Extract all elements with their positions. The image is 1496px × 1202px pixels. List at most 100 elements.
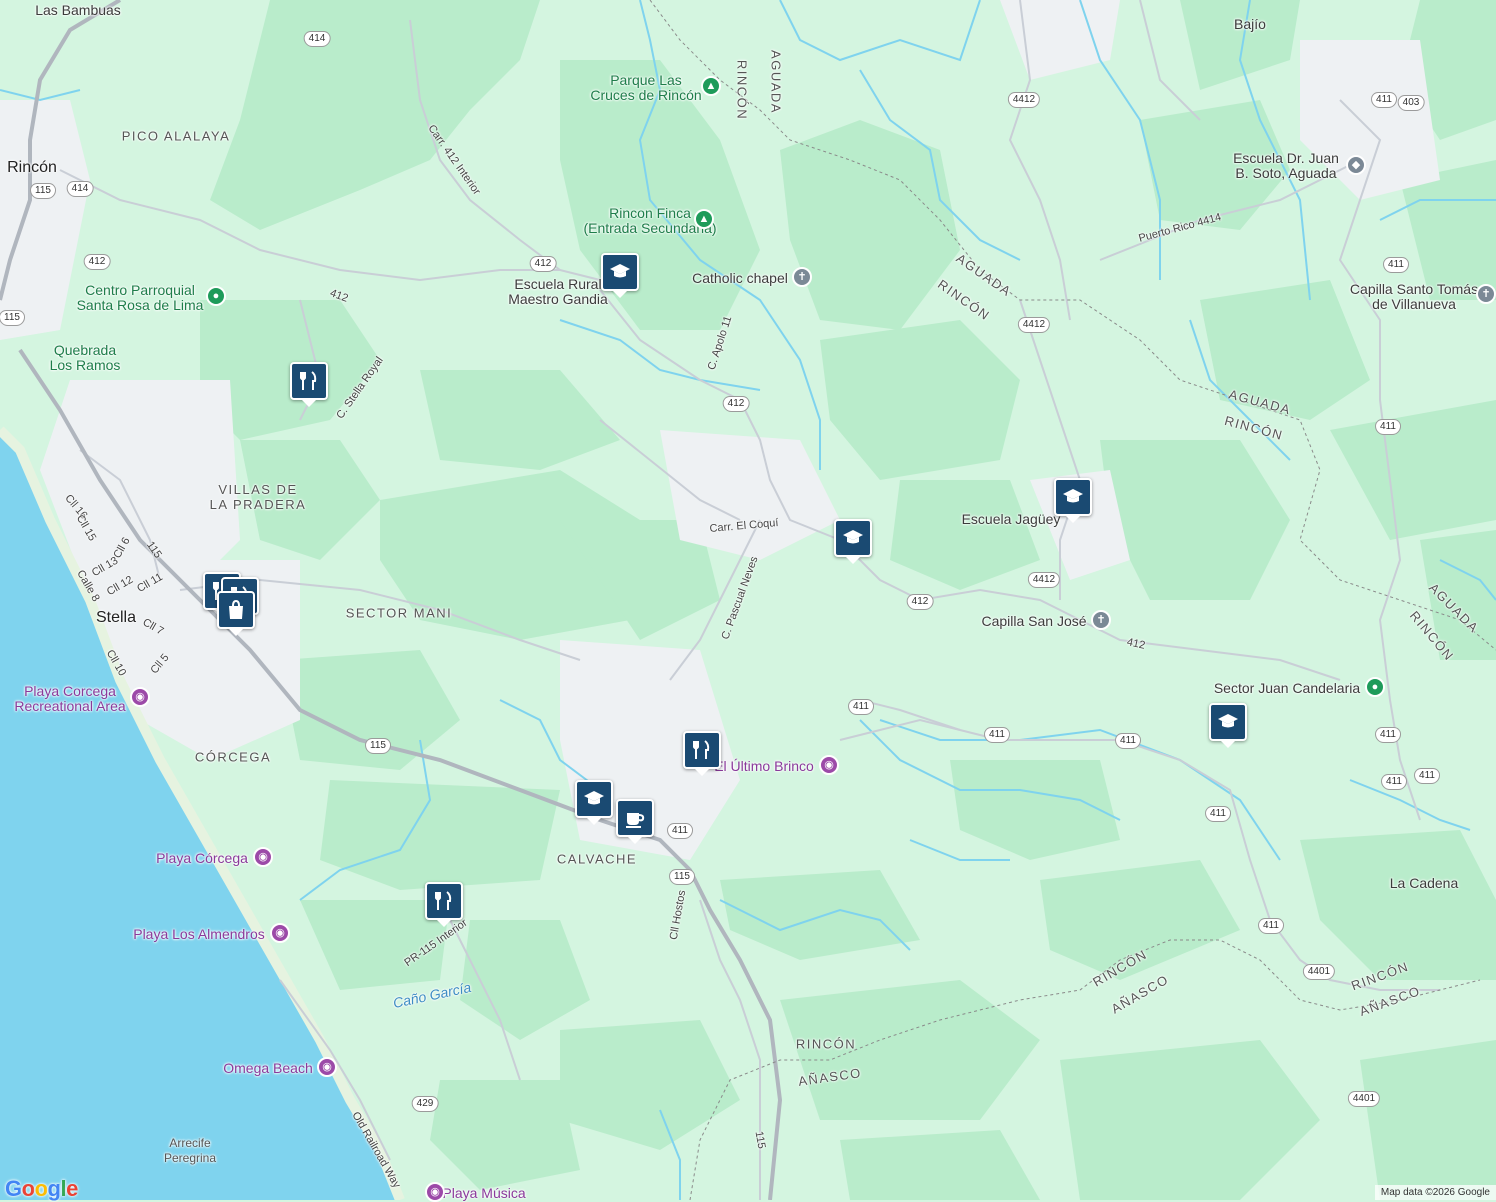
- boundary-rincon-7: RINCÓN: [795, 1036, 857, 1052]
- graduation-cap-icon: [843, 530, 863, 544]
- restaurant-marker[interactable]: [683, 731, 721, 769]
- route-shield: 115: [30, 183, 56, 199]
- route-shield: 403: [1397, 95, 1425, 111]
- graduation-cap-icon: [1218, 714, 1238, 728]
- route-shield: 411: [1375, 419, 1401, 435]
- route-shield: 412: [906, 594, 934, 610]
- place-icon[interactable]: ●: [1365, 677, 1385, 697]
- school-marker[interactable]: [601, 253, 639, 291]
- street-c-apolo: C. Apolo 11: [705, 314, 735, 372]
- street-cll-13: Cll 13: [89, 554, 121, 580]
- camera-icon[interactable]: ◉: [130, 687, 150, 707]
- poi-label-capilla-santo-tomas[interactable]: Capilla Santo Tomás de Villanueva: [1350, 282, 1478, 312]
- poi-label-playa-corcega-rec[interactable]: Playa Corcega Recreational Area: [14, 684, 125, 714]
- camera-icon[interactable]: ◉: [819, 755, 839, 775]
- boundary-aguada-3: AGUADA: [1227, 386, 1293, 418]
- street-c-pascual-neves: C. Pascual Neves: [719, 554, 761, 642]
- street-cll-5: Cll 5: [148, 651, 172, 677]
- boundary-rincon-6: RINCÓN: [1349, 958, 1411, 994]
- poi-label-playa-almendros[interactable]: Playa Los Almendros: [133, 926, 265, 942]
- route-shield: 412: [722, 396, 750, 412]
- street-cll-7: Cll 7: [140, 616, 166, 638]
- route-shield: 411: [1115, 733, 1141, 749]
- label-bajio: Bajío: [1234, 16, 1266, 32]
- boundary-anasco-3: AÑASCO: [797, 1065, 863, 1089]
- church-icon[interactable]: ✝: [1476, 284, 1496, 304]
- poi-label-el-ultimo-brinco[interactable]: El Último Brinco: [714, 758, 814, 774]
- poi-label-escuela-jaguey[interactable]: Escuela Jagüey: [962, 511, 1061, 527]
- label-arrecife: Arrecife Peregrina: [163, 1136, 217, 1165]
- boundary-rincon-4: RINCÓN: [1406, 608, 1458, 664]
- route-shield: 4412: [1017, 317, 1051, 333]
- shopping-marker[interactable]: [217, 591, 255, 629]
- boundary-rincon-5: RINCÓN: [1090, 946, 1150, 990]
- route-shield: 411: [1414, 768, 1440, 784]
- poi-label-escuela-rural[interactable]: Escuela Rural Maestro Gandia: [508, 277, 608, 307]
- route-shield: 414: [303, 31, 331, 47]
- boundary-aguada-2: AGUADA: [953, 250, 1015, 300]
- school-marker[interactable]: [834, 519, 872, 557]
- label-las-bambuas: Las Bambuas: [35, 2, 121, 18]
- boundary-rincon-2: RINCÓN: [935, 276, 993, 324]
- street-cll-12: Cll 12: [104, 573, 136, 599]
- poi-label-quebrada[interactable]: Quebrada Los Ramos: [50, 343, 121, 373]
- poi-label-escuela-soto[interactable]: Escuela Dr. Juan B. Soto, Aguada: [1233, 151, 1339, 181]
- school-marker[interactable]: [575, 780, 613, 818]
- shopping-bag-icon: [229, 599, 243, 619]
- street-carr-el-coqui: Carr. El Coquí: [709, 517, 779, 535]
- label-la-cadena: La Cadena: [1389, 875, 1459, 891]
- boundary-anasco-1: AÑASCO: [1108, 971, 1172, 1017]
- route-shield: 411: [1371, 92, 1397, 108]
- school-marker[interactable]: [1054, 478, 1092, 516]
- park-icon[interactable]: ▲: [694, 209, 714, 229]
- cafe-marker[interactable]: [616, 799, 654, 837]
- route-shield: 115: [0, 310, 25, 326]
- fork-knife-icon: [693, 740, 710, 759]
- route-shield: 4401: [1347, 1091, 1381, 1107]
- camera-icon[interactable]: ◉: [317, 1057, 337, 1077]
- label-corcega: CÓRCEGA: [194, 749, 272, 765]
- restaurant-marker[interactable]: [290, 362, 328, 400]
- poi-label-centro-parroquial[interactable]: Centro Parroquial Santa Rosa de Lima: [77, 283, 204, 313]
- route-shield: 411: [1381, 774, 1407, 790]
- camera-icon[interactable]: ◉: [253, 847, 273, 867]
- route-shield: 115: [365, 738, 391, 754]
- route-shield: 411: [1375, 727, 1401, 743]
- park-icon[interactable]: ▲: [701, 76, 721, 96]
- map-attribution[interactable]: Map data ©2026 Google: [1374, 1185, 1496, 1200]
- poi-label-sector-juan-candelaria[interactable]: Sector Juan Candelaria: [1214, 680, 1360, 696]
- poi-label-playa-musica[interactable]: Playa Música: [442, 1185, 525, 1201]
- camera-icon[interactable]: ◉: [270, 923, 290, 943]
- route-shield: 414: [66, 181, 94, 197]
- route-shield: 412: [529, 256, 557, 272]
- route-shield: 411: [1258, 918, 1284, 934]
- graduation-cap-icon: [584, 791, 604, 805]
- restaurant-marker[interactable]: [425, 882, 463, 920]
- route-shield: 411: [667, 823, 693, 839]
- camera-icon[interactable]: ◉: [425, 1182, 445, 1202]
- boundary-aguada-4: AGUADA: [1426, 580, 1482, 636]
- street-cll-11: Cll 11: [135, 570, 165, 596]
- school-icon[interactable]: ◆: [1346, 155, 1366, 175]
- poi-label-playa-corcega[interactable]: Playa Córcega: [156, 850, 248, 866]
- route-shield: 412: [83, 254, 111, 270]
- church-icon[interactable]: ✝: [792, 267, 812, 287]
- street-115: 115: [144, 539, 164, 561]
- fork-knife-icon: [435, 891, 452, 910]
- label-rincon-town: Rincón: [7, 159, 57, 176]
- street-cll-15: Cll 15: [73, 512, 99, 544]
- poi-label-catholic-chapel[interactable]: Catholic chapel: [692, 270, 788, 286]
- poi-label-parque-cruces[interactable]: Parque Las Cruces de Rincón: [590, 73, 701, 103]
- poi-label-omega-beach[interactable]: Omega Beach: [223, 1060, 313, 1076]
- route-shield: 4412: [1007, 92, 1041, 108]
- label-sector-mani: SECTOR MANI: [345, 605, 453, 621]
- street-calle-8: Calle 8: [74, 568, 102, 604]
- label-pico-alalaya: PICO ALALAYA: [121, 128, 231, 144]
- route-shield: 411: [1383, 257, 1409, 273]
- place-icon[interactable]: ●: [206, 286, 226, 306]
- church-icon[interactable]: ✝: [1091, 610, 1111, 630]
- street-old-railroad: Old Railroad Way: [349, 1109, 403, 1191]
- poi-label-capilla-san-jose[interactable]: Capilla San José: [981, 613, 1086, 629]
- street-pr-115-interior: PR-115 Interior: [402, 916, 470, 970]
- school-marker[interactable]: [1209, 703, 1247, 741]
